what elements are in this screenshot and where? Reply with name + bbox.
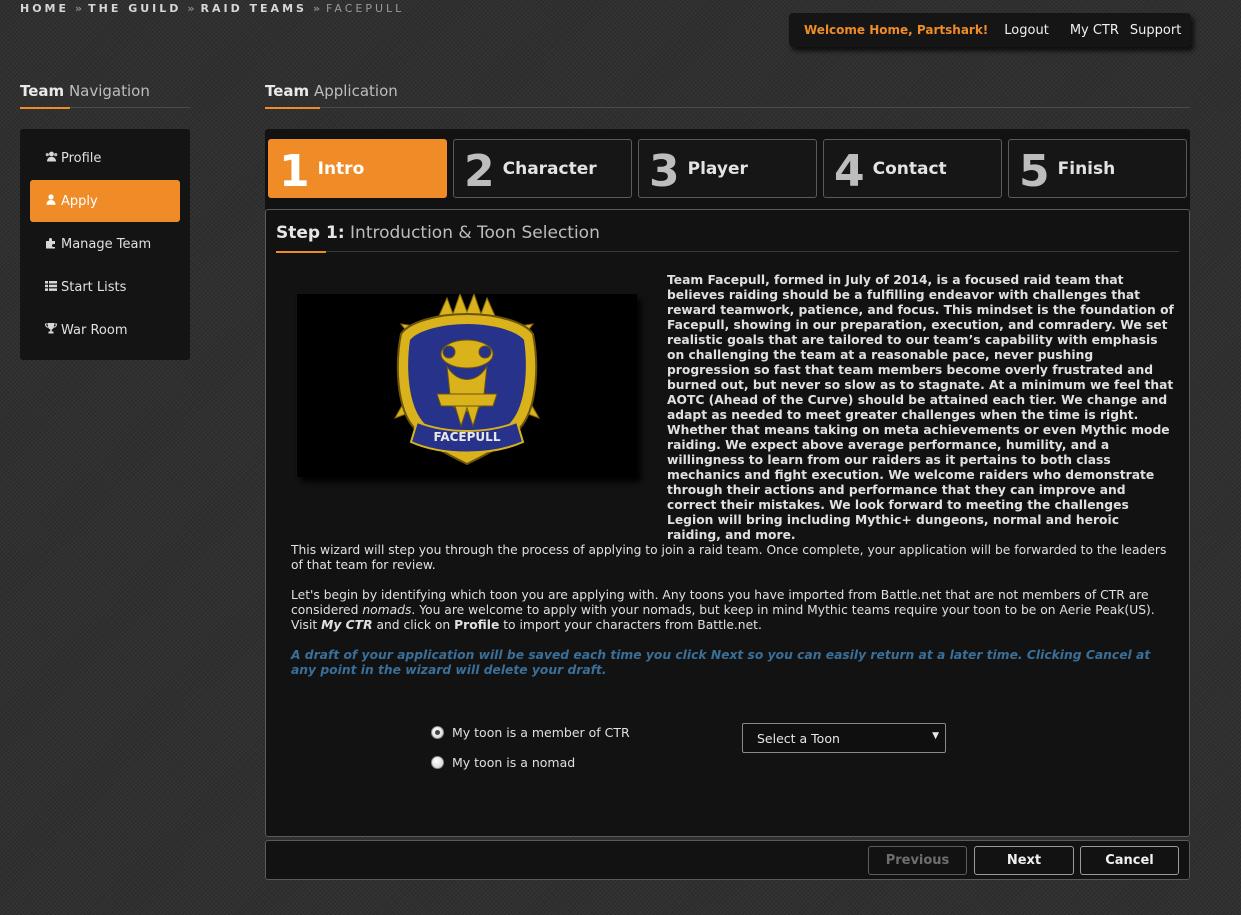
list-icon (44, 280, 58, 294)
next-button[interactable]: Next (974, 846, 1074, 875)
step-number: 4 (834, 145, 865, 197)
breadcrumb: HOME » THE GUILD » RAID TEAMS » FACEPULL (20, 2, 404, 15)
main-heading-bold: Team (265, 82, 310, 100)
step-label: Contact (872, 158, 947, 179)
breadcrumb-separator: » (187, 2, 195, 15)
team-intro-text: Team Facepull, formed in July of 2014, i… (667, 273, 1174, 542)
puzzle-icon (44, 237, 58, 252)
step-label: Intro (317, 158, 365, 179)
sidebar-heading-divider (20, 107, 190, 109)
step-panel: Step 1: Introduction & Toon Selection FA… (265, 209, 1190, 837)
toon-instructions-text: to import your characters from Battle.ne… (499, 618, 762, 632)
breadcrumb-the-guild[interactable]: THE GUILD (88, 2, 181, 15)
sidebar-item-apply[interactable]: Apply (30, 180, 180, 222)
my-ctr-link[interactable]: My CTR (1070, 23, 1119, 38)
previous-button[interactable]: Previous (868, 846, 967, 875)
sidebar-heading-bold: Team (20, 82, 65, 100)
sidebar-item-label: Manage Team (61, 236, 152, 252)
wizard-step-character[interactable]: 2 Character (453, 139, 632, 198)
step-number: 1 (279, 145, 310, 197)
user-bar: Welcome Home, Partshark! Logout My CTR S… (789, 13, 1191, 47)
step-title-bold: Step 1: (276, 223, 345, 243)
draft-notice: A draft of your application will be save… (291, 648, 1151, 677)
sidebar-item-label: War Room (61, 322, 128, 338)
step-number: 3 (649, 145, 680, 197)
wizard-note: This wizard will step you through the pr… (291, 543, 1167, 572)
step-number: 5 (1019, 145, 1050, 197)
wizard-step-player[interactable]: 3 Player (638, 139, 817, 198)
step-label: Character (502, 158, 597, 179)
sidebar-item-label: Profile (61, 150, 102, 166)
sidebar-item-label: Apply (61, 193, 98, 209)
my-ctr-reference: My CTR (321, 618, 373, 632)
toon-instructions-text: and click on (372, 618, 455, 632)
step-label: Player (687, 158, 748, 179)
main-heading-rest: Application (309, 82, 398, 100)
step-number: 2 (464, 145, 495, 197)
sidebar-item-manage-team[interactable]: Manage Team (30, 223, 180, 265)
breadcrumb-home[interactable]: HOME (20, 2, 69, 15)
sidebar-heading-rest: Navigation (64, 82, 150, 100)
radio-button[interactable] (431, 756, 444, 769)
radio-member-of-ctr[interactable]: My toon is a member of CTR (431, 725, 630, 740)
users-icon (44, 151, 58, 165)
breadcrumb-separator: » (312, 2, 321, 15)
toon-select[interactable]: Select a Toon ▼ (742, 723, 946, 753)
profile-reference: Profile (454, 618, 500, 632)
breadcrumb-separator: » (75, 2, 83, 15)
radio-label: My toon is a member of CTR (452, 725, 630, 740)
team-navigation: Profile Apply Manage Team Start Lists Wa… (20, 129, 190, 360)
sidebar-item-war-room[interactable]: War Room (30, 309, 180, 351)
sidebar-item-profile[interactable]: Profile (30, 137, 180, 179)
wizard-steps: 1 Intro 2 Character 3 Player 4 Contact 5… (268, 139, 1187, 198)
breadcrumb-current: FACEPULL (326, 2, 405, 15)
wizard-step-intro[interactable]: 1 Intro (268, 139, 447, 198)
step-title-divider (276, 251, 1179, 253)
radio-button[interactable] (431, 726, 444, 739)
toon-instructions: Let's begin by identifying which toon yo… (291, 588, 1171, 633)
support-link[interactable]: Support (1130, 23, 1181, 38)
main-heading: Team Application (265, 82, 398, 100)
facepull-crest-icon: FACEPULL (393, 292, 541, 466)
step-label: Finish (1057, 158, 1116, 179)
wizard-step-contact[interactable]: 4 Contact (823, 139, 1002, 198)
main-heading-divider (265, 107, 1190, 109)
radio-label: My toon is a nomad (452, 755, 576, 770)
trophy-icon (44, 323, 58, 337)
wizard-footer: Previous Next Cancel (265, 840, 1190, 880)
nomads-term: nomads (362, 603, 412, 617)
cancel-button[interactable]: Cancel (1080, 846, 1179, 875)
team-logo-text: FACEPULL (434, 430, 501, 444)
caret-down-icon: ▼ (932, 731, 939, 741)
user-icon (44, 194, 58, 208)
wizard-step-finish[interactable]: 5 Finish (1008, 139, 1187, 198)
team-logo: FACEPULL (297, 292, 637, 477)
logout-link[interactable]: Logout (1004, 23, 1049, 38)
breadcrumb-raid-teams[interactable]: RAID TEAMS (201, 2, 307, 15)
sidebar-item-label: Start Lists (61, 279, 127, 295)
sidebar-item-start-lists[interactable]: Start Lists (30, 266, 180, 308)
radio-nomad[interactable]: My toon is a nomad (431, 755, 575, 770)
step-title-rest: Introduction & Toon Selection (344, 223, 600, 243)
welcome-message: Welcome Home, Partshark! (804, 23, 989, 37)
sidebar-heading: Team Navigation (20, 82, 150, 100)
toon-select-value: Select a Toon (757, 730, 840, 746)
step-title: Step 1: Introduction & Toon Selection (276, 223, 600, 243)
